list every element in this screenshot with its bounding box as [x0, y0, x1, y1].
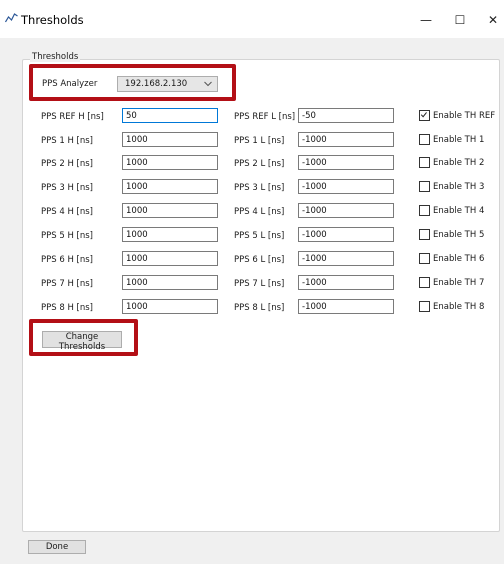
pps-5-l-input[interactable] — [298, 227, 394, 242]
group-title: Thresholds — [30, 52, 81, 62]
pps-analyzer-value: 192.168.2.130 — [125, 79, 188, 89]
pps-1-l-input[interactable] — [298, 132, 394, 147]
pps-3-l-input[interactable] — [298, 179, 394, 194]
pps-4-l-label: PPS 4 L [ns] — [234, 207, 285, 217]
title-bar: Thresholds — ☐ ✕ — [0, 0, 504, 38]
pps-6-l-label: PPS 6 L [ns] — [234, 255, 285, 265]
pps-5-h-label: PPS 5 H [ns] — [41, 231, 94, 241]
pps-ref-h-label: PPS REF H [ns] — [41, 112, 104, 122]
enable-th-6-checkbox[interactable] — [419, 253, 430, 264]
enable-th-ref-checkbox[interactable] — [419, 110, 430, 121]
pps-1-h-input[interactable] — [122, 132, 218, 147]
pps-5-h-input[interactable] — [122, 227, 218, 242]
pps-6-h-input[interactable] — [122, 251, 218, 266]
chart-line-icon — [5, 13, 18, 23]
pps-6-l-input[interactable] — [298, 251, 394, 266]
pps-4-l-input[interactable] — [298, 203, 394, 218]
enable-th-ref-label: Enable TH REF — [433, 111, 496, 121]
window-title: Thresholds — [21, 13, 84, 27]
enable-th-5-label: Enable TH 5 — [433, 230, 485, 240]
pps-2-l-label: PPS 2 L [ns] — [234, 159, 285, 169]
enable-th-7-label: Enable TH 7 — [433, 278, 485, 288]
enable-th-8-label: Enable TH 8 — [433, 302, 485, 312]
enable-th-3-label: Enable TH 3 — [433, 182, 485, 192]
change-thresholds-button[interactable]: Change Thresholds — [42, 331, 122, 352]
chevron-down-icon — [204, 81, 212, 87]
pps-5-l-label: PPS 5 L [ns] — [234, 231, 285, 241]
pps-7-l-input[interactable] — [298, 275, 394, 290]
pps-7-h-label: PPS 7 H [ns] — [41, 279, 94, 289]
pps-analyzer-select[interactable]: 192.168.2.130 — [117, 76, 218, 92]
pps-8-h-input[interactable] — [122, 299, 218, 314]
pps-4-h-label: PPS 4 H [ns] — [41, 207, 94, 217]
pps-ref-l-label: PPS REF L [ns] — [234, 112, 296, 122]
pps-3-h-label: PPS 3 H [ns] — [41, 183, 94, 193]
pps-1-h-label: PPS 1 H [ns] — [41, 136, 94, 146]
pps-1-l-label: PPS 1 L [ns] — [234, 136, 285, 146]
minimize-button[interactable]: — — [414, 8, 438, 32]
enable-th-2-checkbox[interactable] — [419, 157, 430, 168]
enable-th-4-checkbox[interactable] — [419, 205, 430, 216]
pps-2-h-label: PPS 2 H [ns] — [41, 159, 94, 169]
enable-th-5-checkbox[interactable] — [419, 229, 430, 240]
pps-7-h-input[interactable] — [122, 275, 218, 290]
maximize-button[interactable]: ☐ — [448, 8, 472, 32]
pps-4-h-input[interactable] — [122, 203, 218, 218]
enable-th-1-checkbox[interactable] — [419, 134, 430, 145]
pps-3-h-input[interactable] — [122, 179, 218, 194]
pps-6-h-label: PPS 6 H [ns] — [41, 255, 94, 265]
done-button[interactable]: Done — [28, 540, 86, 554]
pps-ref-h-input[interactable] — [122, 108, 218, 123]
pps-ref-l-input[interactable] — [298, 108, 394, 123]
pps-8-h-label: PPS 8 H [ns] — [41, 303, 94, 313]
enable-th-4-label: Enable TH 4 — [433, 206, 485, 216]
pps-8-l-input[interactable] — [298, 299, 394, 314]
close-button[interactable]: ✕ — [481, 8, 504, 32]
pps-2-l-input[interactable] — [298, 155, 394, 170]
enable-th-8-checkbox[interactable] — [419, 301, 430, 312]
thresholds-group — [22, 59, 500, 532]
pps-3-l-label: PPS 3 L [ns] — [234, 183, 285, 193]
checkmark-icon — [420, 112, 427, 118]
enable-th-2-label: Enable TH 2 — [433, 158, 485, 168]
enable-th-6-label: Enable TH 6 — [433, 254, 485, 264]
enable-th-1-label: Enable TH 1 — [433, 135, 485, 145]
enable-th-3-checkbox[interactable] — [419, 181, 430, 192]
enable-th-7-checkbox[interactable] — [419, 277, 430, 288]
pps-8-l-label: PPS 8 L [ns] — [234, 303, 285, 313]
pps-7-l-label: PPS 7 L [ns] — [234, 279, 285, 289]
pps-analyzer-label: PPS Analyzer — [42, 79, 98, 89]
pps-2-h-input[interactable] — [122, 155, 218, 170]
